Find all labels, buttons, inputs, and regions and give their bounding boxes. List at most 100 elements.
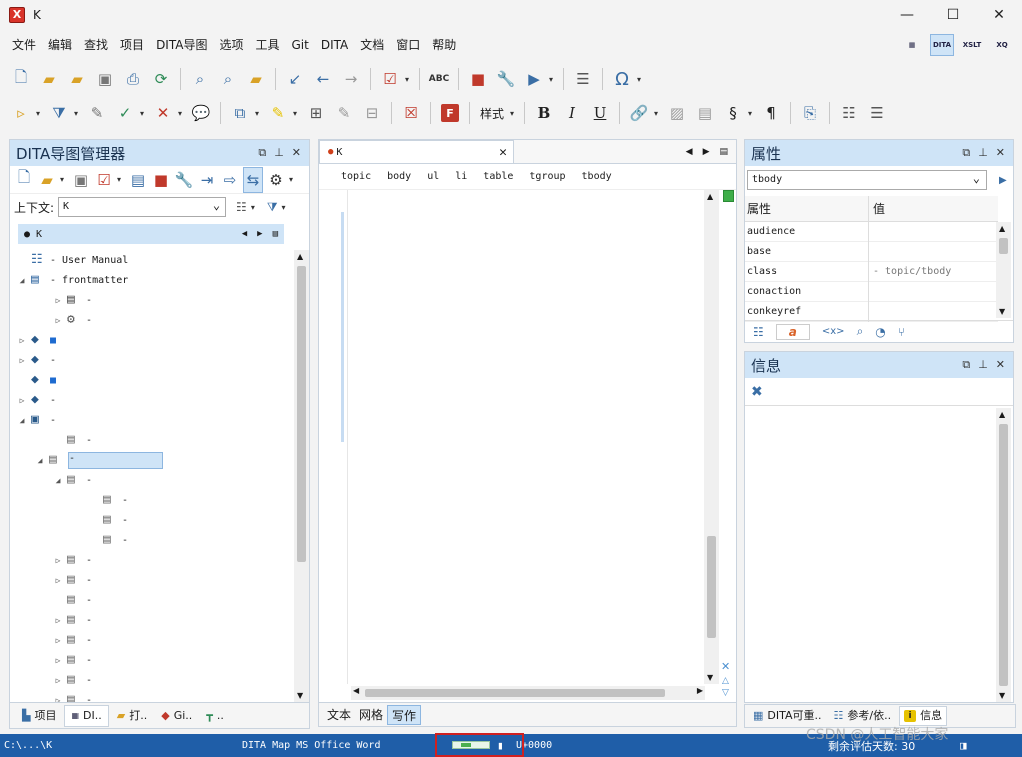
filter-dropdown-icon[interactable]: ▾: [74, 109, 82, 118]
map-tab[interactable]: ● K ◀ ▶ ▤: [18, 224, 284, 244]
pin-icon[interactable]: ⊥: [274, 146, 284, 160]
tree-node[interactable]: ▷ ▤ -: [10, 630, 295, 650]
open-map-icon[interactable]: ▰: [37, 167, 57, 193]
menu-edit[interactable]: 编辑: [42, 32, 78, 58]
attr-xml-icon[interactable]: <x>: [822, 326, 845, 337]
attribute-row[interactable]: conkeyref: [745, 301, 998, 322]
tree-node[interactable]: ▷ ▤ -: [10, 690, 295, 703]
tree-node[interactable]: ▷ ▤ -: [10, 670, 295, 690]
copy-dropdown-icon[interactable]: ▾: [255, 109, 263, 118]
tree-twisty-icon[interactable]: ◢: [34, 456, 46, 465]
menu-dita[interactable]: DITA: [315, 32, 354, 58]
menu-dita-map[interactable]: DITA导图: [150, 32, 213, 58]
reject-dropdown-icon[interactable]: ▾: [178, 109, 186, 118]
tab-dita-maps[interactable]: ▦ DI..: [64, 704, 109, 727]
breadcrumb-item[interactable]: tgroup: [529, 171, 565, 182]
validate-dropdown-icon[interactable]: ▾: [405, 75, 413, 84]
dita-perspective-icon[interactable]: DITA: [930, 34, 954, 56]
tree-twisty-icon[interactable]: ▷: [16, 336, 28, 345]
editor-next-tab-icon[interactable]: ▶: [703, 147, 710, 157]
status-notification-icon[interactable]: ◨: [960, 739, 967, 752]
menu-window[interactable]: 窗口: [390, 32, 426, 58]
search-folder-icon[interactable]: ▰: [243, 66, 269, 92]
attributes-scrollbar[interactable]: ▲ ▼: [996, 222, 1011, 318]
tree-twisty-icon[interactable]: ▷: [52, 576, 64, 585]
italic-button[interactable]: I: [559, 100, 585, 126]
close-markers-icon[interactable]: ✕: [721, 660, 730, 673]
tree-node[interactable]: ◢ ▤ -: [10, 470, 295, 490]
breadcrumb-item[interactable]: topic: [341, 171, 371, 182]
breadcrumb-item[interactable]: li: [455, 171, 467, 182]
tab-reusable-components[interactable]: ▦ DITA可重..: [749, 706, 826, 726]
open-folder-icon[interactable]: ▰: [36, 66, 62, 92]
reload-icon[interactable]: ⟳: [148, 66, 174, 92]
attribute-row[interactable]: base: [745, 241, 998, 262]
new-file-icon[interactable]: 🗋: [8, 66, 34, 92]
copy-icon[interactable]: ⧉: [227, 100, 253, 126]
tree-node[interactable]: ▤ -: [10, 530, 295, 550]
link-icon[interactable]: 🔗: [626, 100, 652, 126]
list-icon[interactable]: ☷: [836, 100, 862, 126]
expand-arrow-icon[interactable]: ▶: [999, 175, 1007, 186]
attr-italic-a-icon[interactable]: a: [775, 323, 810, 340]
next-marker-icon[interactable]: ▽: [722, 688, 729, 698]
track-dropdown-icon[interactable]: ▾: [36, 109, 44, 118]
remove-comment-icon[interactable]: ⊟: [359, 100, 385, 126]
mode-tab-author[interactable]: 写作: [387, 704, 422, 725]
close-window-button[interactable]: ✕: [976, 0, 1022, 30]
tree-node[interactable]: ◢ ▤ - frontmatter: [10, 270, 295, 290]
menu-document[interactable]: 文档: [354, 32, 390, 58]
breadcrumb-item[interactable]: table: [483, 171, 513, 182]
editor-prev-tab-icon[interactable]: ◀: [686, 147, 693, 157]
export-map-icon[interactable]: ⇨: [220, 167, 240, 193]
omega-icon[interactable]: Ω: [609, 66, 635, 92]
attr-clock-icon[interactable]: ◔: [875, 325, 885, 339]
go-last-edit-icon[interactable]: ↙: [282, 66, 308, 92]
validate-icon[interactable]: ☑: [377, 66, 403, 92]
mode-tab-text[interactable]: 文本: [323, 705, 355, 725]
editor-vscrollbar[interactable]: ▲ ▼: [704, 190, 719, 684]
tree-node[interactable]: ▤ -: [10, 490, 295, 510]
tree-twisty-icon[interactable]: ▷: [52, 296, 64, 305]
attribute-row[interactable]: audience: [745, 221, 998, 242]
tree-node[interactable]: ▤ -: [10, 590, 295, 610]
attr-branch-icon[interactable]: ⑂: [898, 325, 905, 339]
tree-twisty-icon[interactable]: ▷: [52, 636, 64, 645]
minimize-button[interactable]: —: [884, 0, 930, 30]
editor-tab[interactable]: ● K ✕: [319, 140, 514, 163]
context-select[interactable]: K: [58, 196, 227, 217]
track-changes-icon[interactable]: ▹: [8, 100, 34, 126]
tree-twisty-icon[interactable]: ▷: [52, 556, 64, 565]
tree-twisty-icon[interactable]: ▷: [16, 396, 28, 405]
attributes-restore-icon[interactable]: ⧉: [962, 146, 970, 160]
map-tree-scrollbar[interactable]: ▲ ▼: [294, 250, 309, 702]
map-transform-icon[interactable]: ⇥: [197, 167, 217, 193]
attr-tree-icon[interactable]: ☷: [753, 325, 764, 339]
tree-node[interactable]: ▷ ◆ -: [10, 350, 295, 370]
map-report-icon[interactable]: ▤: [128, 167, 148, 193]
add-comment-icon[interactable]: ⊞: [303, 100, 329, 126]
search-icon[interactable]: ⌕: [187, 66, 213, 92]
tree-node[interactable]: ▷ ▤ -: [10, 290, 295, 310]
review-icon[interactable]: ☒: [398, 100, 424, 126]
tree-node[interactable]: ▷ ◆ -: [10, 390, 295, 410]
link-editor-icon[interactable]: ⇆: [243, 166, 263, 193]
paragraph-button[interactable]: ¶: [758, 100, 784, 126]
accept-change-icon[interactable]: ✓: [112, 100, 138, 126]
edit-change-icon[interactable]: ✎: [84, 100, 110, 126]
tree-node[interactable]: ▷ ▤ -: [10, 550, 295, 570]
attribute-row[interactable]: class - topic/tbody: [745, 261, 998, 282]
table-layout-icon[interactable]: ▦: [900, 34, 924, 56]
tree-twisty-icon[interactable]: ▷: [52, 656, 64, 665]
apply-transform-icon[interactable]: ▶: [521, 66, 547, 92]
xquery-perspective-icon[interactable]: XQ: [990, 34, 1014, 56]
element-select[interactable]: tbody: [747, 169, 987, 190]
tree-twisty-icon[interactable]: ◢: [16, 416, 28, 425]
info-restore-icon[interactable]: ⧉: [962, 358, 970, 372]
tree-layout-dropdown-icon[interactable]: ▾: [251, 203, 259, 212]
editor-tab-list-icon[interactable]: ▤: [719, 147, 728, 157]
save-icon[interactable]: ▣: [92, 66, 118, 92]
tree-twisty-icon[interactable]: ◢: [52, 476, 64, 485]
tree-node[interactable]: ▷ ⚙ -: [10, 310, 295, 330]
tree-node[interactable]: ▤ -: [10, 510, 295, 530]
